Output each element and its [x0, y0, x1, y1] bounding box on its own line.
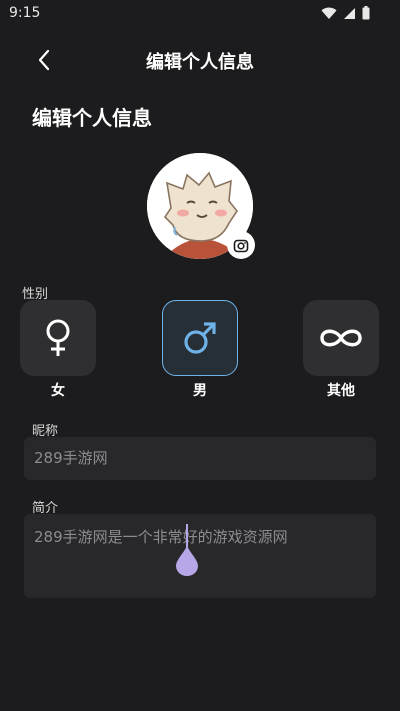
status-time: 9:15: [9, 5, 41, 21]
page-title: 编辑个人信息: [32, 106, 152, 130]
avatar-container[interactable]: [147, 153, 255, 259]
nickname-input[interactable]: 289手游网: [24, 437, 376, 480]
change-avatar-button[interactable]: [227, 231, 255, 259]
gender-male-box[interactable]: [162, 300, 238, 376]
gender-female-box[interactable]: [20, 300, 96, 376]
camera-icon: [233, 239, 249, 253]
gender-option-label: 女: [51, 383, 65, 399]
status-icons: [321, 6, 370, 20]
gender-option-other[interactable]: 其他: [303, 300, 379, 400]
battery-icon: [362, 6, 370, 20]
gender-option-label: 男: [193, 383, 207, 399]
gender-other-box[interactable]: [303, 300, 379, 376]
status-bar: 9:15: [0, 0, 400, 28]
app-header: 编辑个人信息: [0, 36, 400, 82]
signal-icon: [344, 7, 355, 19]
infinity-icon: [320, 329, 362, 347]
wifi-icon: [321, 7, 337, 19]
header-title: 编辑个人信息: [146, 52, 254, 73]
gender-option-female[interactable]: 女: [20, 300, 96, 400]
male-icon: [184, 322, 216, 354]
gender-option-male[interactable]: 男: [162, 300, 238, 400]
cursor-handle-icon[interactable]: [175, 546, 199, 576]
gender-option-label: 其他: [327, 383, 355, 399]
female-icon: [46, 319, 70, 356]
bio-textarea[interactable]: 289手游网是一个非常好的游戏资源网: [24, 514, 376, 598]
